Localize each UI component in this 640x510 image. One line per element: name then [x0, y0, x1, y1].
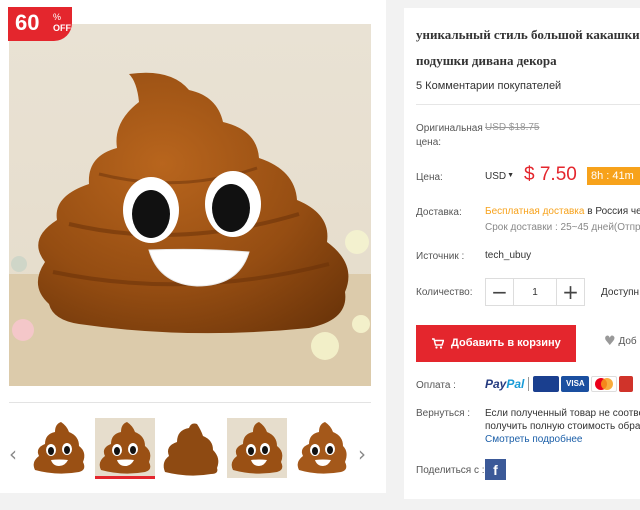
source-label: Источник :	[416, 251, 465, 262]
original-price-label-line-1: Оригинальная	[416, 123, 483, 134]
original-price-label-line-2: цена:	[416, 137, 442, 148]
delivery-label: Доставка:	[416, 207, 462, 218]
thumbnail-4[interactable]	[227, 418, 287, 478]
add-to-cart-label: Добавить в корзину	[451, 337, 561, 349]
thumbnail-2[interactable]	[95, 418, 155, 479]
add-to-cart-button[interactable]: Добавить в корзину	[416, 325, 576, 362]
source-value: tech_ubuy	[485, 250, 532, 261]
main-product-image[interactable]	[9, 24, 371, 386]
share-label: Поделиться с :	[416, 465, 485, 476]
product-title: уникальный стиль большой какашки подушки…	[416, 22, 640, 74]
discount-symbol: %	[53, 12, 62, 22]
original-price: USD $18.75	[485, 122, 540, 133]
cart-icon	[432, 338, 444, 349]
returns-line-2: получить полную стоимость обра	[485, 421, 640, 432]
payment-label: Оплата :	[416, 380, 456, 391]
product-title-line-2: подушки дивана декора	[416, 53, 557, 68]
info-divider	[416, 104, 640, 105]
heart-icon: ♥	[604, 334, 616, 349]
currency-selector[interactable]: USD▼	[485, 171, 514, 182]
thumbnail-1[interactable]	[29, 418, 89, 478]
product-gallery: 60 % OFF ‹ ›	[0, 0, 386, 493]
gallery-divider	[9, 402, 371, 403]
quantity-label: Количество:	[416, 287, 473, 298]
thumbnail-3[interactable]	[161, 418, 221, 478]
sale-timer: 8h : 41m	[587, 167, 640, 185]
returns-info: Если полученный товар не соотве получить…	[485, 407, 640, 446]
thumbnail-5[interactable]	[291, 418, 351, 478]
quantity-input[interactable]	[515, 279, 555, 305]
paypal-logo: PayPal	[485, 377, 524, 391]
returns-more-link[interactable]: Смотреть подробнее	[485, 433, 640, 446]
free-shipping: Бесплатная доставка	[485, 206, 585, 217]
discount-off-label: OFF	[53, 23, 71, 33]
delivery-destination: в Россия че	[587, 206, 640, 217]
quantity-decrease-button[interactable]: −	[486, 279, 514, 305]
delivery-term: Срок доставки : 25~45 дней(Отпр	[485, 222, 640, 233]
paypal-text-a: Pay	[485, 376, 507, 391]
payment-methods: PayPal VISA	[485, 375, 635, 395]
product-info-panel: уникальный стиль большой какашки подушки…	[404, 8, 640, 499]
payment-separator	[528, 376, 530, 391]
maestro-card-icon	[619, 375, 634, 392]
availability-label: Доступн	[601, 287, 640, 298]
returns-label: Вернуться :	[416, 408, 471, 419]
price-label: Цена:	[416, 172, 443, 183]
visa-card-icon: VISA	[561, 375, 590, 392]
facebook-icon[interactable]: f	[485, 459, 506, 480]
current-price: $ 7.50	[524, 164, 577, 185]
quantity-increase-button[interactable]: +	[556, 279, 584, 305]
original-price-label: Оригинальная цена:	[416, 122, 483, 150]
delivery-info: Бесплатная доставка в Россия че	[485, 206, 640, 217]
discount-percent: 60	[15, 10, 40, 35]
product-title-line-1: уникальный стиль большой какашки	[416, 27, 640, 42]
wishlist-button[interactable]: ♥ Доб	[604, 334, 637, 349]
quantity-stepper: − +	[485, 278, 585, 306]
paypal-text-b: Pal	[506, 376, 525, 391]
caret-down-icon: ▼	[507, 172, 515, 179]
returns-line-1: Если полученный товар не соотве	[485, 408, 640, 419]
mastercard-icon	[591, 375, 618, 392]
currency-code: USD	[485, 171, 507, 182]
discount-badge: 60 % OFF	[8, 7, 72, 41]
reviews-link[interactable]: 5 Комментарии покупателей	[416, 80, 561, 92]
chevron-right-icon[interactable]: ›	[355, 440, 369, 468]
visa-electron-card-icon	[533, 375, 560, 392]
chevron-left-icon[interactable]: ‹	[6, 440, 20, 468]
wishlist-label: Доб	[618, 336, 637, 347]
